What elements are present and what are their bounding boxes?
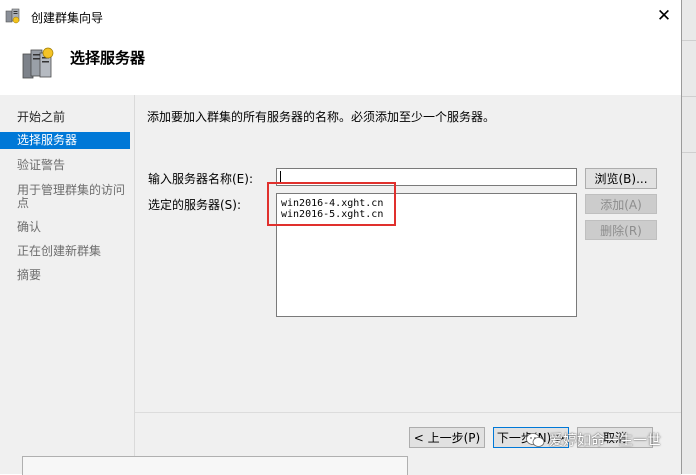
server-cluster-icon [22, 47, 54, 79]
back-button[interactable]: < 上一步(P) [409, 427, 485, 448]
watermark-text: 爱婷如命一生一世 [549, 433, 661, 449]
selected-servers-label: 选定的服务器(S): [148, 198, 242, 212]
wizard-header: 选择服务器 [0, 32, 681, 94]
step-before-you-begin[interactable]: 开始之前 [0, 110, 130, 125]
step-creating-cluster[interactable]: 正在创建新群集 [0, 244, 130, 259]
wizard-steps-sidebar: 开始之前 选择服务器 验证警告 用于管理群集的访问 点 确认 正在创建新群集 摘… [0, 95, 135, 474]
add-button[interactable]: 添加(A) [585, 194, 657, 214]
browse-button[interactable]: 浏览(B)... [585, 168, 657, 189]
wizard-window: 创建群集向导 ✕ 选择服务器 开始之前 选择服务器 验证警告 用于管理群集的访问… [0, 0, 682, 475]
remove-button[interactable]: 删除(R) [585, 220, 657, 240]
title-bar: 创建群集向导 ✕ [0, 0, 681, 32]
instruction-text: 添加要加入群集的所有服务器的名称。必须添加至少一个服务器。 [147, 110, 496, 124]
annotation-highlight-box [267, 182, 396, 226]
background-window-strip [682, 0, 696, 474]
wechat-icon [526, 433, 545, 447]
server-name-label: 输入服务器名称(E): [148, 172, 253, 186]
background-window-edge [22, 456, 408, 475]
step-access-point-line2[interactable]: 点 [0, 196, 130, 211]
step-confirmation[interactable]: 确认 [0, 220, 130, 235]
close-button[interactable]: ✕ [646, 0, 682, 32]
page-title: 选择服务器 [70, 49, 146, 67]
watermark: 爱婷如命一生一世 [526, 430, 661, 450]
cluster-wizard-icon [5, 8, 20, 24]
step-validation-warning[interactable]: 验证警告 [0, 158, 130, 173]
step-select-servers[interactable]: 选择服务器 [0, 132, 130, 149]
window-title: 创建群集向导 [31, 11, 104, 25]
step-summary[interactable]: 摘要 [0, 268, 130, 283]
close-icon: ✕ [656, 6, 672, 26]
